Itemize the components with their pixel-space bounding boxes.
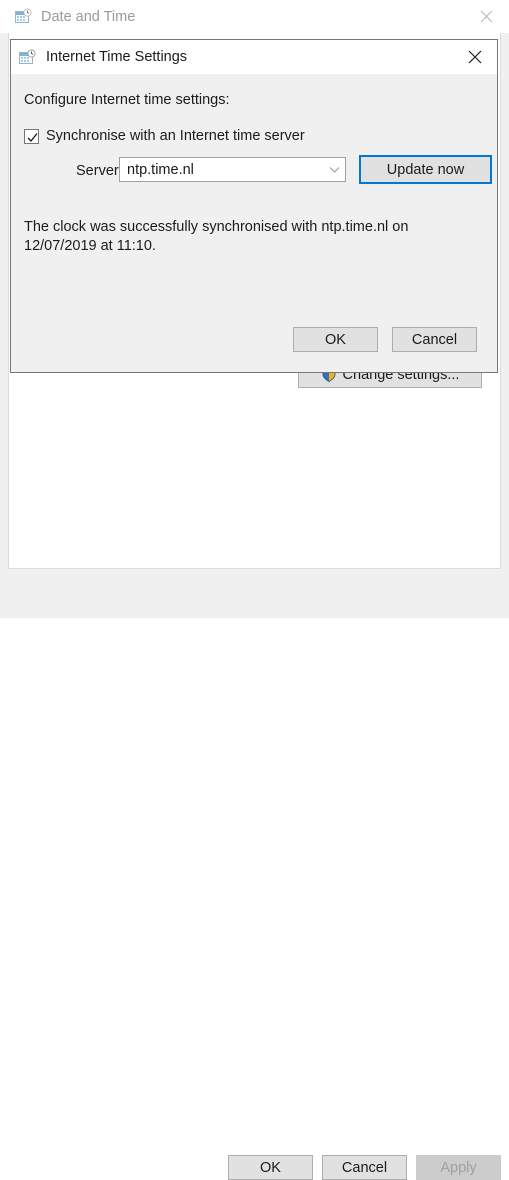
chevron-down-icon[interactable]: [323, 158, 345, 181]
internet-time-settings-dialog: Internet Time Settings Configure Interne…: [10, 39, 498, 373]
sync-checkbox-label: Synchronise with an Internet time server: [46, 128, 305, 144]
date-time-icon: [19, 48, 36, 66]
dialog-titlebar: Internet Time Settings: [11, 40, 497, 74]
server-dropdown[interactable]: ntp.time.nl: [119, 157, 346, 182]
base-cancel-button[interactable]: Cancel: [322, 1155, 407, 1180]
sync-checkbox[interactable]: [24, 128, 39, 144]
base-ok-button[interactable]: OK: [228, 1155, 313, 1180]
base-window-footer: OK Cancel Apply: [0, 570, 509, 1180]
date-time-icon: [15, 8, 32, 25]
dialog-cancel-button[interactable]: Cancel: [392, 327, 477, 352]
base-window-titlebar: Date and Time: [0, 0, 509, 33]
update-now-button[interactable]: Update now: [359, 155, 492, 184]
configure-heading: Configure Internet time settings:: [24, 92, 230, 108]
dialog-ok-button[interactable]: OK: [293, 327, 378, 352]
base-apply-button: Apply: [416, 1155, 501, 1180]
dialog-title: Internet Time Settings: [46, 49, 188, 65]
server-selected-value: ntp.time.nl: [127, 161, 194, 178]
base-window-title: Date and Time: [41, 8, 136, 25]
server-label: Server:: [76, 163, 123, 179]
close-icon[interactable]: [463, 0, 509, 32]
close-icon[interactable]: [452, 40, 497, 73]
sync-checkbox-row[interactable]: Synchronise with an Internet time server: [24, 128, 305, 144]
sync-status-text: The clock was successfully synchronised …: [24, 219, 409, 254]
